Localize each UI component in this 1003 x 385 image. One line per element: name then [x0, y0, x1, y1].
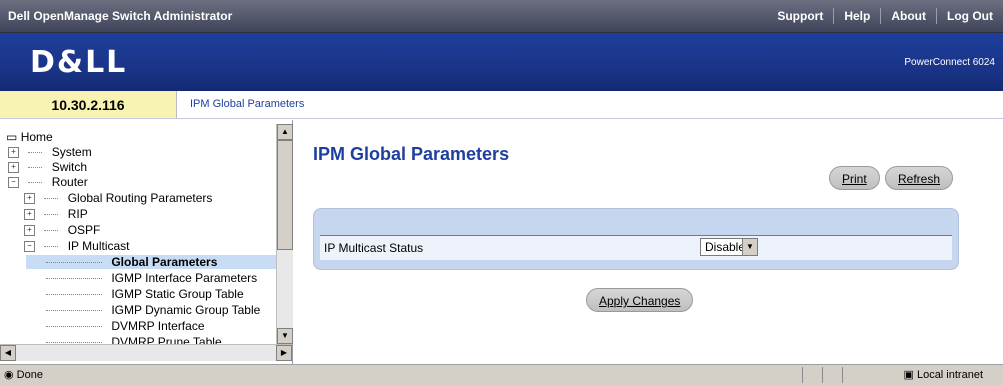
expand-icon[interactable]: +: [8, 162, 19, 174]
tree-connector: [44, 230, 59, 232]
tree-item-label: DVMRP Interface: [111, 319, 205, 333]
tree-connector: [44, 246, 59, 248]
breadcrumb: IPM Global Parameters: [190, 98, 305, 110]
app-title: Dell OpenManage Switch Administrator: [8, 9, 233, 23]
tree-item-label: Global Routing Parameters: [67, 191, 213, 205]
tree-connector: [28, 182, 43, 184]
tree-item-igmp-dynamic-group-table[interactable]: IGMP Dynamic Group Table: [26, 303, 260, 317]
ip-multicast-status-label: IP Multicast Status: [324, 241, 424, 255]
tree-item-label: IGMP Interface Parameters: [111, 271, 258, 285]
tree-item-system[interactable]: + System: [8, 145, 92, 159]
tree-item-ospf[interactable]: + OSPF: [24, 223, 100, 237]
navigation-tree: ▭ Home + System + Switch − Router + Glob…: [0, 120, 293, 378]
expand-icon[interactable]: +: [24, 193, 35, 205]
intranet-icon: ▣: [903, 369, 914, 381]
selected-value: Disable: [705, 240, 746, 254]
refresh-button[interactable]: Refresh: [885, 166, 954, 190]
collapse-icon[interactable]: −: [8, 177, 19, 189]
page-title: IPM Global Parameters: [313, 144, 510, 164]
tree-item-label: OSPF: [67, 223, 101, 237]
expand-icon[interactable]: +: [24, 225, 35, 237]
tree-item-label: Router: [51, 175, 88, 189]
tree-item-label: IGMP Static Group Table: [111, 287, 244, 301]
scroll-down-icon[interactable]: ▼: [277, 328, 293, 344]
tree-item-igmp-static-group-table[interactable]: IGMP Static Group Table: [26, 287, 244, 301]
tree-connector: [46, 294, 102, 296]
scroll-left-icon[interactable]: ◀: [0, 345, 16, 361]
tree-item-rip[interactable]: + RIP: [24, 207, 88, 221]
tree-item-ip-multicast[interactable]: − IP Multicast: [24, 239, 130, 253]
tree-connector: [44, 214, 59, 216]
tree-connector: [46, 262, 102, 264]
collapse-icon[interactable]: −: [24, 241, 35, 253]
tree-item-label: IGMP Dynamic Group Table: [111, 303, 261, 317]
ip-multicast-status-row: IP Multicast Status Disable ▼: [320, 235, 952, 260]
logout-link[interactable]: Log Out: [936, 8, 1003, 24]
tree-horizontal-scrollbar[interactable]: ◀ ▶: [0, 344, 292, 361]
status-text: ◉ Done: [4, 368, 43, 381]
about-link[interactable]: About: [880, 8, 936, 24]
status-done: Done: [16, 369, 43, 381]
tree-item-home[interactable]: ▭ Home: [6, 130, 53, 144]
tree-item-global-parameters[interactable]: Global Parameters: [26, 255, 276, 269]
zone-label: Local intranet: [916, 369, 983, 381]
tree-connector: [46, 326, 102, 328]
status-divider: [822, 367, 823, 383]
tree-item-router[interactable]: − Router: [8, 175, 88, 189]
help-link[interactable]: Help: [833, 8, 880, 24]
tree-connector: [28, 167, 43, 169]
page-done-icon: ◉: [4, 369, 14, 381]
tree-item-label: Home: [20, 130, 53, 144]
status-divider: [842, 367, 843, 383]
tree-item-dvmrp-interface[interactable]: DVMRP Interface: [26, 319, 205, 333]
tree-connector: [46, 278, 102, 280]
location-bar: 10.30.2.116 IPM Global Parameters: [0, 91, 1003, 119]
expand-icon[interactable]: +: [8, 147, 19, 159]
zone-indicator: ▣ Local intranet: [903, 368, 983, 381]
dell-logo: D&LL: [30, 45, 128, 80]
print-button[interactable]: Print: [829, 166, 880, 190]
scroll-thumb[interactable]: [277, 140, 293, 250]
tree-connector: [28, 152, 43, 154]
device-model: PowerConnect 6024: [904, 57, 995, 68]
support-link[interactable]: Support: [767, 8, 833, 24]
tree-item-label: Switch: [51, 160, 88, 174]
scroll-up-icon[interactable]: ▲: [277, 124, 293, 140]
browser-status-bar: ◉ Done ▣ Local intranet: [0, 364, 1003, 385]
expand-icon[interactable]: +: [24, 209, 35, 221]
switch-ip: 10.30.2.116: [0, 91, 177, 118]
content-frame: IPM Global Parameters Print Refresh IP M…: [293, 120, 1003, 364]
tree-item-global-routing-parameters[interactable]: + Global Routing Parameters: [24, 191, 212, 205]
tree-vertical-scrollbar[interactable]: ▲ ▼: [276, 124, 293, 344]
apply-changes-button[interactable]: Apply Changes: [586, 288, 694, 312]
top-links: Support Help About Log Out: [767, 0, 1003, 32]
status-divider: [802, 367, 803, 383]
app-title-bar: Dell OpenManage Switch Administrator Sup…: [0, 0, 1003, 33]
tree-item-igmp-interface-parameters[interactable]: IGMP Interface Parameters: [26, 271, 257, 285]
tree-connector: [46, 310, 102, 312]
dropdown-arrow-icon[interactable]: ▼: [742, 239, 757, 255]
tree-item-label: Global Parameters: [111, 255, 218, 269]
tree-item-label: IP Multicast: [67, 239, 130, 253]
home-folder-icon: ▭: [6, 130, 18, 144]
settings-panel: IP Multicast Status Disable ▼: [313, 208, 959, 270]
tree-item-label: RIP: [67, 207, 88, 221]
scroll-right-icon[interactable]: ▶: [276, 345, 292, 361]
tree-item-switch[interactable]: + Switch: [8, 160, 87, 174]
tree-item-label: System: [51, 145, 92, 159]
tree-connector: [44, 198, 59, 200]
ip-multicast-status-select[interactable]: Disable ▼: [700, 238, 758, 256]
brand-banner: D&LL PowerConnect 6024: [0, 33, 1003, 91]
